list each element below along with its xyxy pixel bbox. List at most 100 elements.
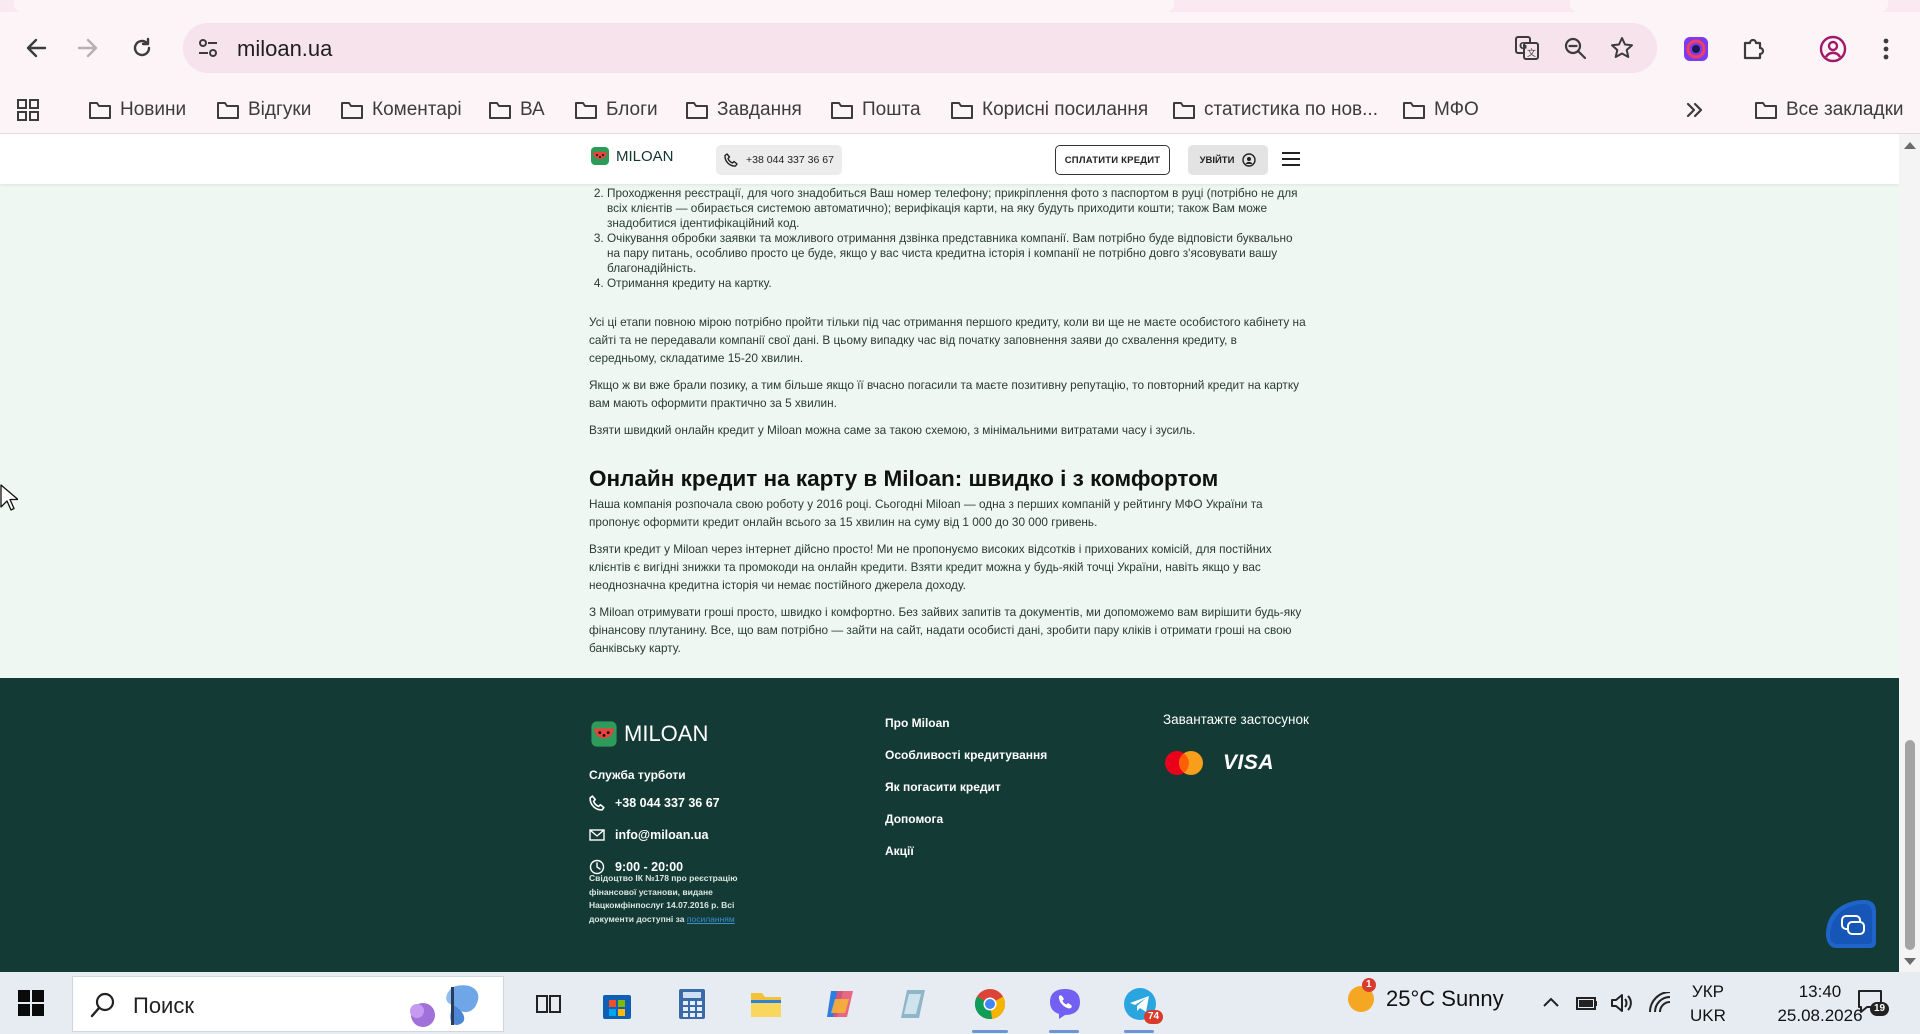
taskbar-copilot[interactable] (818, 982, 862, 1026)
folder-explorer-icon (751, 993, 781, 1017)
site-logo[interactable]: MILOAN (590, 146, 674, 166)
license-text: Свідоцтво ІК №178 про реєстрацію фінансо… (589, 873, 738, 924)
tray-battery[interactable] (1575, 992, 1599, 1019)
zoom-button[interactable] (1561, 34, 1589, 62)
license-link[interactable]: посиланням (687, 914, 735, 924)
page-scrollbar[interactable] (1899, 134, 1920, 972)
task-view-button[interactable] (526, 982, 570, 1026)
bookmark-label: ВА (520, 99, 545, 120)
profile-button[interactable] (1815, 31, 1851, 67)
bookmark-folder[interactable]: Коментарі (340, 86, 462, 134)
scroll-up-arrow[interactable] (1904, 142, 1916, 149)
reload-button[interactable] (120, 26, 164, 70)
weather-widget[interactable]: 1 25°C Sunny (1346, 978, 1504, 1014)
all-bookmarks-folder[interactable]: Все закладки (1754, 86, 1904, 134)
taskbar-chrome[interactable] (968, 982, 1012, 1026)
scroll-down-arrow[interactable] (1904, 958, 1916, 965)
article-paragraph: Усі ці етапи повною мірою потрібно пройт… (589, 315, 1306, 365)
search-icon (90, 992, 115, 1018)
forward-button[interactable] (66, 26, 110, 70)
taskbar-notes-app[interactable] (893, 982, 937, 1026)
footer-link-help[interactable]: Допомога (885, 812, 943, 826)
translate-icon: G文 (1515, 36, 1539, 60)
bookmark-folder[interactable]: Відгуки (216, 86, 311, 134)
tray-overflow-button[interactable] (1540, 992, 1562, 1019)
butterfly-flower-icon (410, 985, 479, 1027)
back-button[interactable] (14, 26, 58, 70)
notes-icon (901, 990, 925, 1018)
hamburger-menu-button[interactable] (1282, 148, 1304, 170)
viber-icon (1050, 989, 1080, 1019)
language-indicator[interactable]: УКР UKR (1690, 980, 1726, 1028)
clock[interactable]: 13:40 25.08.2026 (1770, 980, 1870, 1028)
payment-logos: VISA (1163, 750, 1274, 776)
browser-menu-button[interactable] (1868, 31, 1904, 67)
folder-icon (89, 102, 111, 119)
footer-link-repay[interactable]: Як погасити кредит (885, 780, 1001, 794)
login-button[interactable]: УВІЙТИ (1188, 145, 1268, 175)
chat-widget-button[interactable] (1822, 894, 1878, 950)
more-bookmarks-button[interactable] (1684, 86, 1704, 134)
speaker-icon (1611, 994, 1632, 1012)
bookmark-label: статистика по нов... (1204, 99, 1378, 120)
bookmark-folder[interactable]: Завдання (685, 86, 802, 134)
bookmark-folder[interactable]: Новини (88, 86, 186, 134)
bookmark-label: Завдання (717, 99, 802, 120)
folder-icon (1403, 102, 1425, 119)
pay-credit-button[interactable]: СПЛАТИТИ КРЕДИТ (1055, 145, 1170, 175)
header-phone-button[interactable]: +38 044 337 36 67 (716, 145, 842, 175)
article-paragraph: Взяти кредит у Miloan через інтернет дій… (589, 542, 1272, 592)
extension-button[interactable] (1678, 31, 1714, 67)
bookmark-folder[interactable]: Пошта (830, 86, 921, 134)
watermelon-logo-icon (591, 721, 617, 747)
active-tab[interactable] (14, 0, 1174, 12)
bookmark-star-button[interactable] (1608, 34, 1636, 62)
copilot-icon (827, 991, 853, 1017)
bookmark-label: МФО (1434, 99, 1479, 120)
taskbar-viber[interactable] (1043, 982, 1087, 1026)
translate-button[interactable]: G文 (1513, 34, 1541, 62)
taskbar-file-explorer[interactable] (744, 982, 788, 1026)
taskbar-calculator[interactable] (670, 982, 714, 1026)
puzzle-icon (1743, 38, 1765, 60)
taskbar-store[interactable] (595, 982, 639, 1026)
footer-link-about[interactable]: Про Miloan (885, 716, 950, 730)
chrome-icon (974, 989, 1006, 1020)
taskbar-search[interactable]: Поиск (72, 976, 504, 1032)
start-button[interactable] (18, 990, 44, 1016)
footer-email[interactable]: info@miloan.ua (589, 826, 708, 844)
url-text[interactable]: miloan.ua (237, 36, 332, 62)
folder-icon (951, 102, 973, 119)
tray-volume[interactable] (1610, 992, 1634, 1019)
notification-count-badge: 19 (1870, 1002, 1890, 1016)
taskbar-telegram[interactable]: 74 (1118, 982, 1164, 1026)
tab[interactable] (1570, 0, 1888, 12)
clock-time: 13:40 (1798, 982, 1842, 1001)
bookmark-label: Все закладки (1786, 99, 1904, 120)
address-bar[interactable]: miloan.ua G文 (183, 23, 1657, 73)
site-info-button[interactable] (195, 35, 221, 61)
scrollbar-thumb[interactable] (1905, 740, 1915, 950)
bookmarks-bar: Новини Відгуки Коментарі ВА Блоги Завдан… (0, 86, 1920, 134)
tray-network[interactable] (1648, 991, 1672, 1019)
bookmark-folder[interactable]: статистика по нов... (1172, 86, 1378, 134)
mouse-cursor-icon (0, 484, 18, 511)
svg-text:G: G (1519, 41, 1527, 52)
apps-button[interactable] (16, 86, 40, 134)
footer-phone[interactable]: +38 044 337 36 67 (589, 794, 720, 812)
extensions-menu-button[interactable] (1735, 31, 1771, 67)
bookmark-folder[interactable]: МФО (1402, 86, 1479, 134)
kebab-menu-icon (1883, 38, 1889, 60)
footer-link-promo[interactable]: Акції (885, 844, 914, 858)
footer-logo[interactable]: MILOAN (590, 720, 708, 748)
article-paragraph: Взяти швидкий онлайн кредит у Miloan мож… (589, 423, 1196, 437)
browser-toolbar: miloan.ua G文 (0, 12, 1920, 86)
notification-center-button[interactable]: 19 (1856, 988, 1890, 1021)
bookmark-label: Коментарі (372, 99, 462, 120)
bookmark-folder[interactable]: Корисні посилання (950, 86, 1148, 134)
mastercard-icon (1165, 751, 1203, 775)
bookmark-folder[interactable]: Блоги (574, 86, 658, 134)
bookmark-folder[interactable]: ВА (488, 86, 545, 134)
footer-link-features[interactable]: Особливості кредитування (885, 748, 1047, 762)
folder-icon (686, 102, 708, 119)
